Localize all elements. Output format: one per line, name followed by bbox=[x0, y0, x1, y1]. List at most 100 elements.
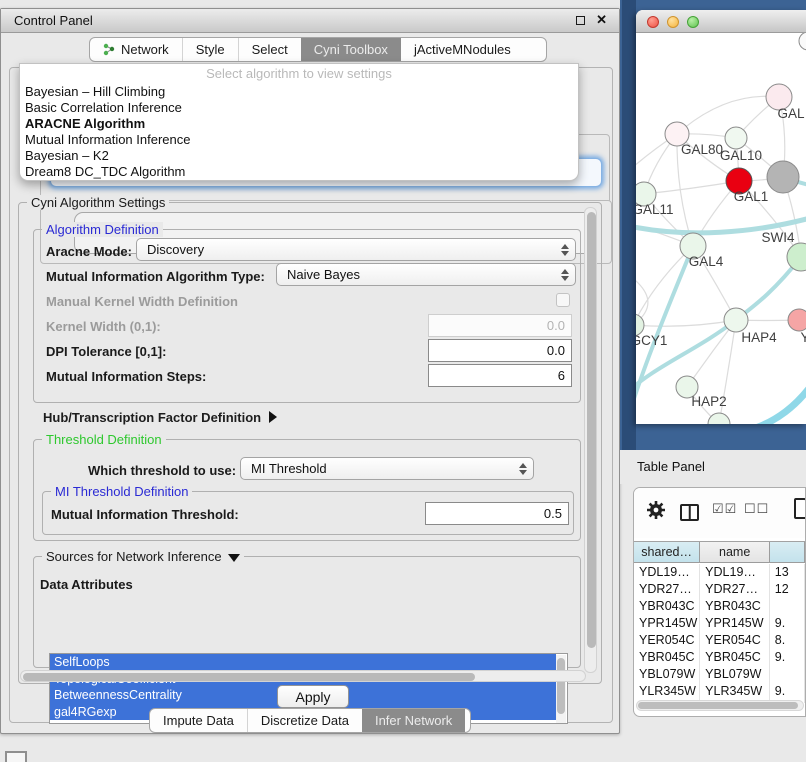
table-cell: 13 bbox=[770, 564, 805, 581]
dpi-tolerance-field[interactable]: 0.0 bbox=[428, 339, 572, 362]
table-row[interactable]: YBR043CYBR043C bbox=[634, 598, 805, 615]
gear-icon[interactable] bbox=[646, 500, 666, 520]
table-cell bbox=[770, 666, 805, 683]
table-row[interactable]: YER054CYER054C8. bbox=[634, 632, 805, 649]
algorithm-option-dream8-dc-tdc-algorithm[interactable]: Dream8 DC_TDC Algorithm bbox=[20, 164, 578, 180]
table-row[interactable]: YLR345WYLR345W9. bbox=[634, 683, 805, 700]
network-node-hap4[interactable] bbox=[724, 308, 748, 332]
sources-group: Sources for Network Inference Data Attri… bbox=[33, 556, 581, 668]
network-graph-icon bbox=[103, 43, 116, 56]
node-label-gal10: GAL10 bbox=[720, 148, 762, 163]
tab-cyni-toolbox[interactable]: Cyni Toolbox bbox=[301, 38, 401, 61]
tab-jactivemnodules[interactable]: jActiveMNodules bbox=[401, 38, 524, 61]
column-header-shared-[interactable]: shared… bbox=[634, 542, 700, 562]
float-window-icon[interactable] bbox=[576, 16, 585, 25]
file-icon[interactable] bbox=[794, 498, 806, 519]
bottom-tab-label: Infer Network bbox=[375, 713, 452, 728]
table-horizontal-scrollbar-thumb[interactable] bbox=[638, 702, 798, 709]
network-window-titlebar[interactable] bbox=[636, 10, 806, 33]
desktop-shadow-band bbox=[622, 0, 636, 450]
algorithm-option-mutual-information-inference[interactable]: Mutual Information Inference bbox=[20, 132, 578, 148]
bottom-tab-label: Discretize Data bbox=[261, 713, 349, 728]
apply-button[interactable]: Apply bbox=[277, 685, 349, 708]
network-node[interactable] bbox=[767, 161, 799, 193]
algorithm-option-basic-correlation-inference[interactable]: Basic Correlation Inference bbox=[20, 100, 578, 116]
settings-vertical-scrollbar-thumb[interactable] bbox=[587, 212, 596, 648]
unchecked-boxes-icon[interactable]: ☐☐ bbox=[744, 501, 769, 517]
tab-select[interactable]: Select bbox=[238, 38, 301, 61]
manual-kernel-checkbox[interactable] bbox=[556, 293, 570, 307]
settings-horizontal-scrollbar-thumb[interactable] bbox=[23, 673, 475, 681]
minimize-traffic-light-icon[interactable] bbox=[667, 16, 679, 28]
split-columns-icon[interactable] bbox=[680, 504, 699, 521]
mi-threshold-field[interactable]: 0.5 bbox=[425, 502, 569, 525]
network-node[interactable] bbox=[708, 413, 730, 424]
table-cell: YBL079W bbox=[634, 666, 700, 683]
aracne-mode-combo[interactable]: Discovery bbox=[136, 238, 576, 261]
settings-horizontal-scrollbar[interactable] bbox=[20, 670, 586, 682]
bottom-tab-bar: Impute Data Discretize Data Infer Network bbox=[149, 708, 471, 733]
table-row[interactable]: YDL19…YDL19…13 bbox=[634, 564, 805, 581]
table-row[interactable]: YBL079WYBL079W bbox=[634, 666, 805, 683]
bottom-tab-impute-data[interactable]: Impute Data bbox=[150, 709, 247, 732]
mi-threshold-group: MI Threshold Definition Mutual Informati… bbox=[42, 491, 574, 535]
which-threshold-combo[interactable]: MI Threshold bbox=[240, 457, 534, 480]
attribute-item-selfloops[interactable]: SelfLoops bbox=[50, 654, 556, 671]
algorithm-option-bayesian-k2[interactable]: Bayesian – K2 bbox=[20, 148, 578, 164]
network-node[interactable] bbox=[799, 33, 806, 50]
network-node-swi4[interactable] bbox=[787, 243, 806, 271]
network-node-gal10[interactable] bbox=[725, 127, 747, 149]
table-toolbar: ☑☑ ☐☐ bbox=[634, 488, 805, 538]
threshold-definition-group: Threshold Definition Which threshold to … bbox=[33, 439, 581, 541]
sources-group-title[interactable]: Sources for Network Inference bbox=[42, 549, 244, 564]
table-cell: YER054C bbox=[634, 632, 700, 649]
settings-vertical-scrollbar[interactable] bbox=[584, 207, 597, 673]
checked-boxes-icon[interactable]: ☑☑ bbox=[712, 501, 737, 517]
table-cell: YLR345W bbox=[700, 683, 770, 700]
zoom-traffic-light-icon[interactable] bbox=[687, 16, 699, 28]
table-row[interactable]: YDR27…YDR27…12 bbox=[634, 581, 805, 598]
control-panel-window: Control Panel ✕ Network Style Select Cyni T… bbox=[0, 8, 620, 734]
bottom-tab-infer-network[interactable]: Infer Network bbox=[362, 709, 465, 732]
mi-type-combo[interactable]: Naive Bayes bbox=[276, 263, 576, 286]
tab-label: Select bbox=[252, 42, 288, 57]
aracne-mode-value: Discovery bbox=[147, 242, 204, 257]
which-threshold-label: Which threshold to use: bbox=[88, 463, 236, 478]
attributes-scrollbar[interactable] bbox=[556, 655, 566, 724]
network-node-y[interactable] bbox=[788, 309, 806, 331]
bottom-tab-discretize-data[interactable]: Discretize Data bbox=[247, 709, 362, 732]
table-cell: 9. bbox=[770, 649, 805, 666]
network-canvas[interactable]: GALGAL80GAL10GAL1GAL11SWI4GAL4GCY1HAP4YH… bbox=[636, 33, 806, 424]
mi-steps-field[interactable]: 6 bbox=[428, 364, 572, 387]
control-panel-titlebar[interactable]: Control Panel ✕ bbox=[1, 9, 619, 33]
close-traffic-light-icon[interactable] bbox=[647, 16, 659, 28]
table-horizontal-scrollbar[interactable] bbox=[636, 700, 804, 711]
algorithm-dropdown-options: Bayesian – Hill ClimbingBasic Correlatio… bbox=[20, 84, 578, 180]
network-view-window[interactable]: GALGAL80GAL10GAL1GAL11SWI4GAL4GCY1HAP4YH… bbox=[636, 10, 806, 424]
column-header-name[interactable]: name bbox=[700, 542, 770, 562]
tab-label: Cyni Toolbox bbox=[314, 42, 388, 57]
bottom-tab-label: Impute Data bbox=[163, 713, 234, 728]
combo-stepper-icon bbox=[561, 239, 569, 260]
table-row[interactable]: YBR045CYBR045C9. bbox=[634, 649, 805, 666]
algorithm-option-bayesian-hill-climbing[interactable]: Bayesian – Hill Climbing bbox=[20, 84, 578, 100]
close-icon[interactable]: ✕ bbox=[596, 12, 607, 28]
tab-network[interactable]: Network bbox=[90, 38, 182, 61]
attributes-scrollbar-thumb[interactable] bbox=[557, 658, 565, 714]
minimized-panel-icon[interactable] bbox=[5, 751, 27, 762]
table-header-row: shared…name bbox=[634, 541, 805, 563]
node-label-gal: GAL bbox=[777, 106, 805, 121]
node-label-hap4: HAP4 bbox=[741, 330, 777, 345]
table-cell: YBR043C bbox=[634, 598, 700, 615]
table-row[interactable]: YPR145WYPR145W9. bbox=[634, 615, 805, 632]
column-header-2[interactable] bbox=[770, 542, 805, 562]
table-cell: 12 bbox=[770, 581, 805, 598]
hub-transcription-section-toggle[interactable]: Hub/Transcription Factor Definition bbox=[43, 410, 277, 425]
algorithm-option-aracne-algorithm[interactable]: ARACNE Algorithm bbox=[20, 116, 578, 132]
table-cell: YBL079W bbox=[700, 666, 770, 683]
tab-style[interactable]: Style bbox=[182, 38, 238, 61]
top-tab-bar: Network Style Select Cyni Toolbox jActiveMNo… bbox=[89, 37, 547, 62]
settings-group-title: Cyni Algorithm Settings bbox=[27, 195, 169, 210]
tab-label: Style bbox=[196, 42, 225, 57]
kernel-width-field[interactable]: 0.0 bbox=[428, 314, 572, 337]
